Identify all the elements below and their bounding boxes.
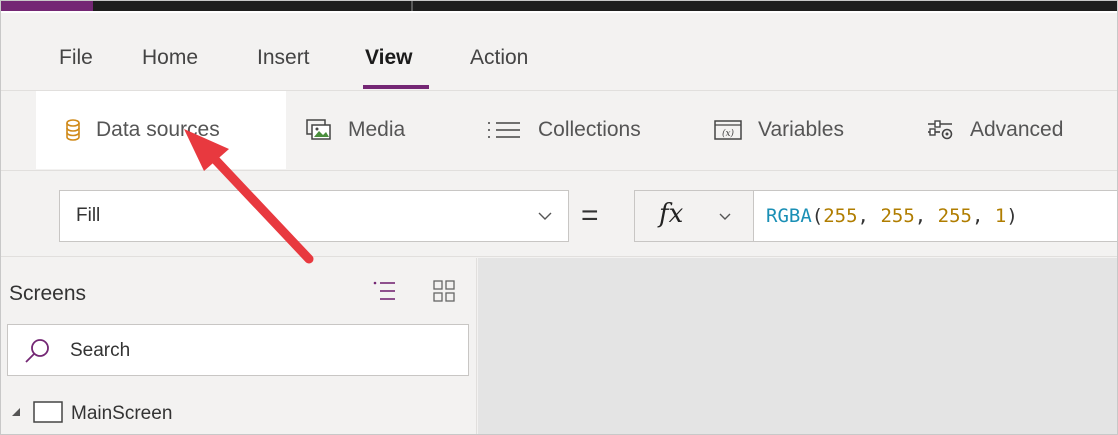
tab-insert[interactable]: Insert — [257, 46, 310, 70]
collections-label: Collections — [538, 118, 641, 141]
function-button[interactable]: fx — [634, 190, 754, 242]
formula-arg-g: 255 — [880, 205, 915, 227]
formula-comma: , — [914, 205, 938, 227]
ribbon: Data sources Media Collections (x) Varia… — [1, 91, 1117, 171]
data-sources-button[interactable]: Data sources — [36, 91, 286, 169]
tab-file[interactable]: File — [59, 46, 93, 70]
formula-arg-b: 255 — [937, 205, 972, 227]
formula-open-paren: ( — [811, 205, 824, 227]
menu-bar: File Home Insert View Action — [1, 13, 1117, 91]
advanced-button[interactable]: Advanced — [926, 91, 1063, 169]
variables-label: Variables — [758, 118, 844, 141]
app-window: File Home Insert View Action Data source… — [0, 0, 1118, 435]
advanced-label: Advanced — [970, 118, 1064, 141]
formula-expression: RGBA(255, 255, 255, 1) — [766, 205, 1018, 227]
media-icon — [306, 119, 332, 141]
screen-icon — [33, 400, 63, 428]
formula-comma: , — [971, 205, 995, 227]
equals-sign: = — [581, 199, 599, 232]
media-button[interactable]: Media — [306, 91, 405, 169]
formula-arg-r: 255 — [823, 205, 858, 227]
formula-function: RGBA — [766, 205, 812, 227]
list-view-icon[interactable] — [373, 280, 397, 307]
property-dropdown[interactable]: Fill — [59, 190, 569, 242]
design-canvas[interactable] — [478, 258, 1117, 434]
screens-panel: Screens Search MainScreen — [1, 258, 477, 434]
list-icon — [486, 120, 522, 140]
formula-input[interactable]: RGBA(255, 255, 255, 1) — [753, 190, 1117, 242]
tree-item-label: MainScreen — [71, 403, 173, 424]
tab-view[interactable]: View — [365, 46, 412, 70]
title-strip-dark — [1, 1, 1117, 11]
variable-icon: (x) — [714, 120, 742, 140]
sliders-icon — [926, 119, 954, 141]
formula-close-paren: ) — [1006, 205, 1018, 227]
tab-home[interactable]: Home — [142, 46, 198, 70]
formula-arg-a: 1 — [994, 205, 1007, 227]
database-icon — [66, 119, 80, 141]
search-input[interactable]: Search — [7, 324, 469, 376]
svg-text:(x): (x) — [722, 128, 735, 139]
tree-item-mainscreen[interactable]: MainScreen — [9, 394, 172, 434]
data-sources-label: Data sources — [96, 118, 220, 141]
property-value: Fill — [76, 205, 101, 226]
search-icon — [24, 338, 50, 369]
formula-bar: Fill = fx RGBA(255, 255, 255, 1) — [1, 172, 1117, 257]
chevron-down-icon — [536, 207, 554, 230]
variables-button[interactable]: (x) Variables — [714, 91, 844, 169]
chevron-down-icon — [717, 209, 733, 230]
title-strip-divider — [411, 1, 413, 11]
collections-button[interactable]: Collections — [486, 91, 641, 169]
screens-title: Screens — [9, 282, 87, 305]
grid-view-icon[interactable] — [433, 280, 455, 307]
title-strip-accent — [1, 1, 93, 11]
title-strip — [1, 1, 1117, 13]
fx-label: fx — [659, 199, 684, 229]
expand-triangle-icon[interactable] — [9, 405, 23, 424]
tab-action[interactable]: Action — [470, 46, 528, 70]
active-tab-indicator — [363, 85, 429, 89]
media-label: Media — [348, 118, 406, 141]
search-placeholder: Search — [70, 340, 131, 361]
formula-comma: , — [857, 205, 881, 227]
